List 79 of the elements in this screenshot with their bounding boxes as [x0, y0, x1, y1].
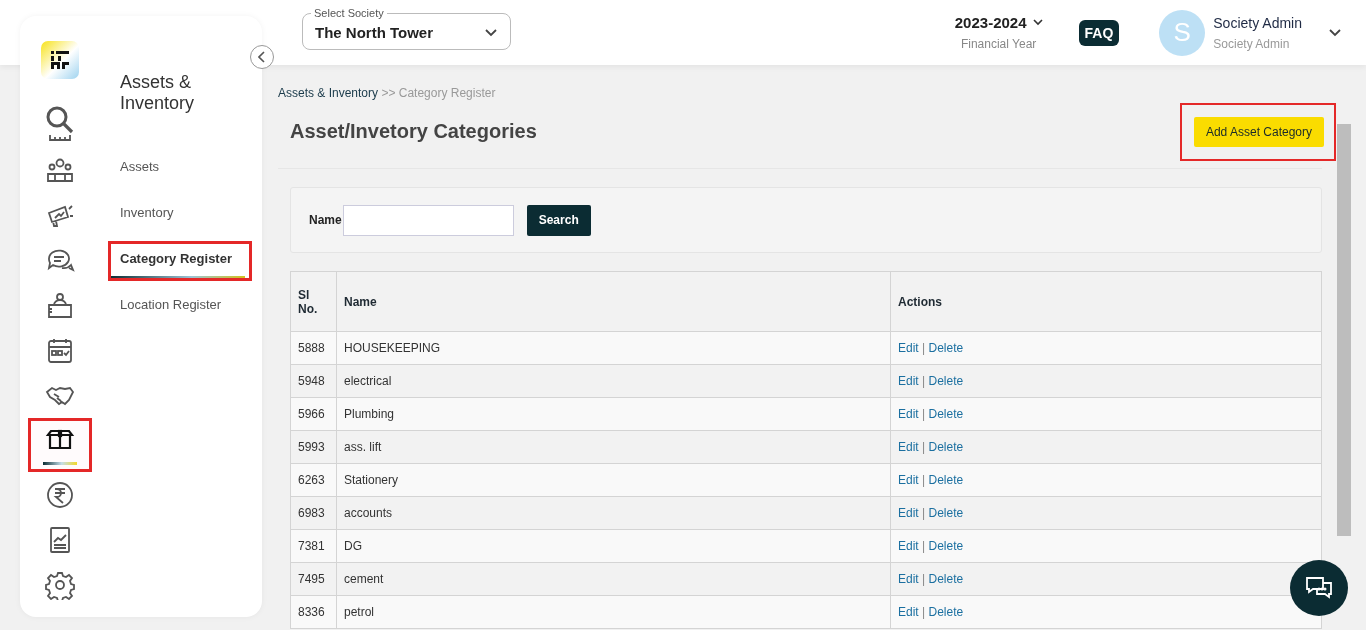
edit-link[interactable]: Edit — [898, 440, 919, 454]
table-cell: Plumbing — [336, 397, 891, 431]
table-cell: HOUSEKEEPING — [336, 331, 891, 365]
table-cell: ass. lift — [336, 430, 891, 464]
submenu-item[interactable]: Assets — [111, 152, 245, 187]
chevron-down-icon[interactable] — [1328, 28, 1342, 37]
delete-link[interactable]: Delete — [928, 407, 964, 421]
gear-icon[interactable] — [45, 569, 75, 600]
financial-year-value[interactable]: 2023-2024 — [954, 14, 1027, 31]
table-cell: petrol — [336, 595, 891, 629]
delete-link[interactable]: Delete — [928, 605, 964, 619]
search-icon[interactable] — [45, 104, 75, 135]
society-select[interactable]: Select Society The North Tower — [302, 7, 511, 50]
chevron-down-icon — [484, 27, 498, 37]
table-cell: 7495 — [290, 562, 337, 596]
table-cell: 6983 — [290, 496, 337, 530]
separator: | — [922, 605, 926, 619]
table-cell: 5888 — [290, 331, 337, 365]
edit-link[interactable]: Edit — [898, 539, 919, 553]
financial-year-label: Financial Year — [960, 37, 1037, 51]
table-cell: DG — [336, 529, 891, 563]
faq-button[interactable]: FAQ — [1078, 19, 1120, 46]
table-cell: 8336 — [290, 595, 337, 629]
chat-icon — [1304, 574, 1334, 602]
logo-icon[interactable] — [41, 41, 79, 79]
delete-link[interactable]: Delete — [928, 341, 964, 355]
edit-link[interactable]: Edit — [898, 341, 919, 355]
table-cell: 5948 — [290, 364, 337, 398]
delete-link[interactable]: Delete — [928, 440, 964, 454]
submenu-item[interactable]: Location Register — [111, 290, 245, 325]
breadcrumb-current: >> Category Register — [381, 86, 496, 100]
separator: | — [922, 374, 926, 388]
separator: | — [922, 539, 926, 553]
table-cell: 7381 — [290, 529, 337, 563]
edit-link[interactable]: Edit — [898, 572, 919, 586]
table-cell: Stationery — [336, 463, 891, 497]
name-input-field[interactable] — [342, 204, 514, 236]
delete-link[interactable]: Delete — [928, 374, 964, 388]
delete-link[interactable]: Delete — [928, 572, 964, 586]
column-header: Actions — [890, 271, 1322, 332]
edit-link[interactable]: Edit — [898, 506, 919, 520]
table-cell: accounts — [336, 496, 891, 530]
table-cell: 5993 — [290, 430, 337, 464]
delete-link[interactable]: Delete — [928, 473, 964, 487]
delete-link[interactable]: Delete — [928, 539, 964, 553]
separator: | — [922, 473, 926, 487]
table-cell: 5966 — [290, 397, 337, 431]
separator: | — [922, 572, 926, 586]
rupee-icon[interactable] — [45, 479, 75, 510]
chevron-down-icon[interactable] — [1032, 19, 1043, 26]
user-name: Society Admin — [1213, 14, 1302, 31]
user-role: Society Admin — [1213, 36, 1291, 51]
submenu-item[interactable]: Inventory — [111, 198, 245, 233]
edit-link[interactable]: Edit — [898, 407, 919, 421]
table-cell: electrical — [336, 364, 891, 398]
submenu-item[interactable]: Category Register — [111, 244, 245, 279]
add-category-button[interactable]: Add Asset Category — [1193, 117, 1324, 147]
search-button[interactable]: Search — [526, 204, 591, 236]
section-title: Assets & Inventory — [120, 72, 196, 114]
separator: | — [922, 440, 926, 454]
separator: | — [922, 407, 926, 421]
desk-icon[interactable] — [45, 290, 75, 321]
chevron-left-icon — [258, 51, 266, 63]
edit-link[interactable]: Edit — [898, 374, 919, 388]
avatar-circle: S — [1159, 9, 1206, 56]
edit-link[interactable]: Edit — [898, 605, 919, 619]
collapse-button[interactable] — [250, 45, 274, 69]
delete-link[interactable]: Delete — [928, 506, 964, 520]
field-label: Name — [309, 213, 342, 227]
breadcrumb-link[interactable]: Assets & Inventory — [278, 86, 379, 100]
table-cell: 6263 — [290, 463, 337, 497]
chat-button[interactable] — [1290, 560, 1348, 616]
edit-link[interactable]: Edit — [898, 473, 919, 487]
separator: | — [922, 341, 926, 355]
page-title: Asset/Invetory Categories — [290, 120, 537, 143]
table-cell: cement — [336, 562, 891, 596]
separator: | — [922, 506, 926, 520]
column-header: Name — [336, 271, 891, 332]
column-header: Sl No. — [290, 271, 337, 332]
